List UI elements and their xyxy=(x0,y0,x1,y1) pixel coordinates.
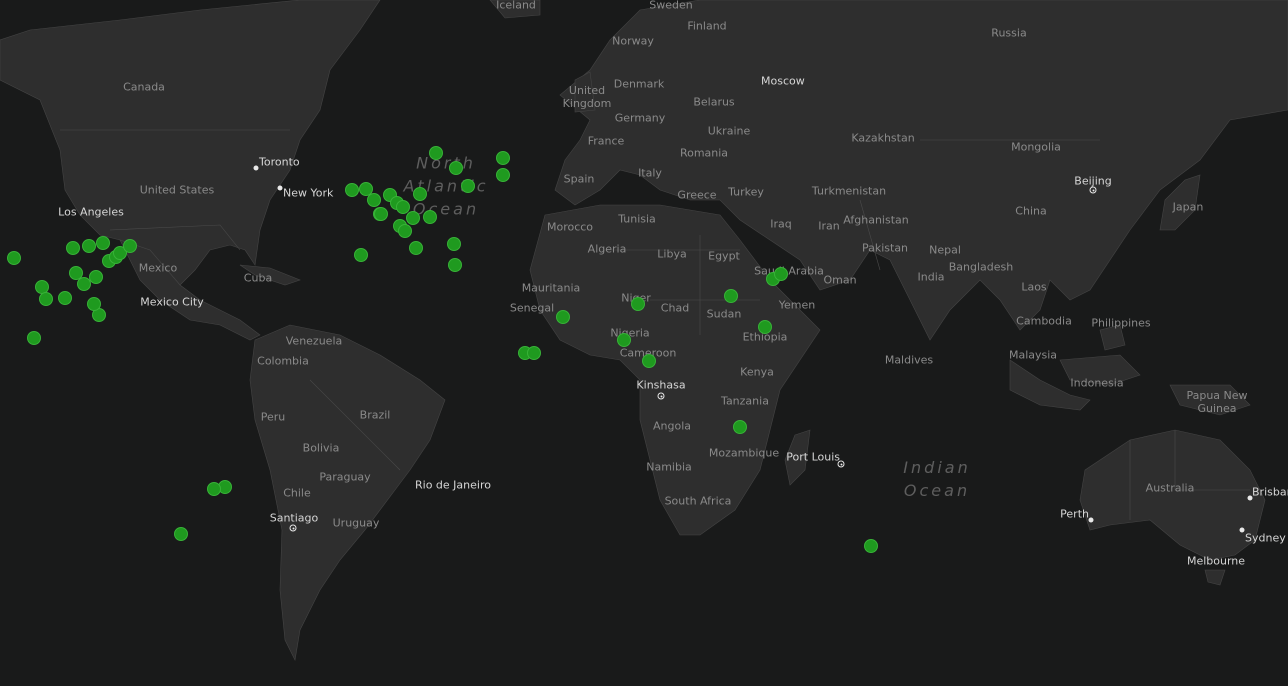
location-marker[interactable] xyxy=(774,266,789,281)
location-marker[interactable] xyxy=(863,539,878,554)
location-marker[interactable] xyxy=(409,240,424,255)
city-marker-dot xyxy=(277,185,283,191)
location-marker[interactable] xyxy=(81,239,96,254)
location-marker[interactable] xyxy=(461,179,476,194)
location-marker[interactable] xyxy=(732,420,747,435)
world-map[interactable]: North Atlantic Ocean Indian Ocean Icelan… xyxy=(0,0,1288,686)
location-marker[interactable] xyxy=(344,182,359,197)
city-marker-dot xyxy=(253,165,259,171)
location-marker[interactable] xyxy=(89,270,104,285)
map-land-layer xyxy=(0,0,1288,661)
city-marker-dot xyxy=(1239,527,1245,533)
location-marker[interactable] xyxy=(6,250,21,265)
location-marker[interactable] xyxy=(495,150,510,165)
location-marker[interactable] xyxy=(642,353,657,368)
location-marker[interactable] xyxy=(526,345,541,360)
capital-marker-dot xyxy=(837,460,845,468)
location-marker[interactable] xyxy=(57,291,72,306)
location-marker[interactable] xyxy=(422,210,437,225)
city-marker-dot xyxy=(1088,517,1094,523)
location-marker[interactable] xyxy=(495,167,510,182)
location-marker[interactable] xyxy=(26,331,41,346)
location-marker[interactable] xyxy=(87,297,102,312)
location-marker[interactable] xyxy=(206,482,221,497)
location-marker[interactable] xyxy=(447,258,462,273)
capital-marker-dot xyxy=(1089,186,1097,194)
location-marker[interactable] xyxy=(556,309,571,324)
location-marker[interactable] xyxy=(122,238,137,253)
location-marker[interactable] xyxy=(446,237,461,252)
capital-marker-dot xyxy=(289,524,297,532)
location-marker[interactable] xyxy=(757,320,772,335)
location-marker[interactable] xyxy=(723,288,738,303)
location-marker[interactable] xyxy=(66,240,81,255)
location-marker[interactable] xyxy=(406,210,421,225)
capital-marker-dot xyxy=(657,392,665,400)
location-marker[interactable] xyxy=(616,332,631,347)
location-marker[interactable] xyxy=(366,192,381,207)
location-marker[interactable] xyxy=(68,266,83,281)
location-marker[interactable] xyxy=(412,187,427,202)
location-marker[interactable] xyxy=(353,247,368,262)
location-marker[interactable] xyxy=(374,206,389,221)
location-marker[interactable] xyxy=(449,161,464,176)
city-marker-dot xyxy=(1247,495,1253,501)
location-marker[interactable] xyxy=(428,145,443,160)
location-marker[interactable] xyxy=(173,526,188,541)
location-marker[interactable] xyxy=(631,296,646,311)
location-marker[interactable] xyxy=(39,292,54,307)
location-marker[interactable] xyxy=(398,223,413,238)
location-marker[interactable] xyxy=(95,235,110,250)
